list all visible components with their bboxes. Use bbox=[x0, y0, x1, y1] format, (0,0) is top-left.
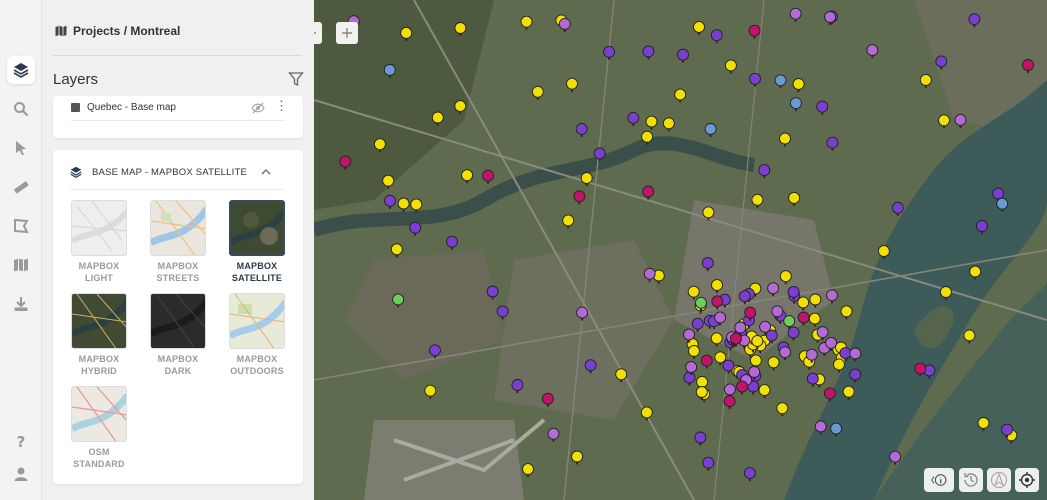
basemap-label-line2: LIGHT bbox=[85, 273, 113, 283]
locate-icon bbox=[1019, 472, 1035, 488]
basemap-tile-light[interactable]: MAPBOX LIGHT bbox=[70, 200, 128, 284]
basemap-tile-dark[interactable]: MAPBOX DARK bbox=[149, 293, 207, 377]
layer-row[interactable]: Quebec - Base map bbox=[71, 102, 176, 113]
more-options-icon[interactable]: ⋮ bbox=[275, 99, 288, 115]
basemap-label-line1: MAPBOX bbox=[236, 261, 278, 271]
layers-icon[interactable] bbox=[7, 56, 35, 84]
basemap-tile-outdoors[interactable]: MAPBOX OUTDOORS bbox=[228, 293, 286, 377]
layers-icon bbox=[70, 166, 82, 178]
basemap-label-line1: MAPBOX bbox=[236, 354, 278, 364]
basemap-tile-streets[interactable]: MAPBOX STREETS bbox=[149, 200, 207, 284]
chevron-up-icon[interactable] bbox=[261, 167, 271, 177]
back-arrow-icon bbox=[314, 32, 316, 34]
plus-icon bbox=[342, 28, 352, 38]
pointer-icon[interactable] bbox=[7, 134, 35, 162]
divider bbox=[70, 189, 284, 190]
eye-hidden-icon[interactable] bbox=[251, 102, 265, 114]
map-icon bbox=[55, 25, 67, 37]
basemap-card: BASE MAP - MAPBOX SATELLITE MAPBOX LIGHT … bbox=[53, 150, 303, 484]
basemap-label-line2: STANDARD bbox=[73, 459, 125, 469]
history-icon bbox=[964, 473, 978, 487]
svg-text:?: ? bbox=[17, 433, 26, 449]
history-button[interactable] bbox=[959, 468, 983, 492]
icon-rail: ? bbox=[0, 0, 42, 500]
basemap-thumb-osm bbox=[71, 386, 127, 442]
breadcrumb[interactable]: Projects / Montreal bbox=[55, 24, 180, 38]
basemap-thumb-satellite bbox=[229, 200, 285, 256]
help-icon[interactable]: ? bbox=[7, 427, 35, 455]
ruler-icon[interactable] bbox=[7, 173, 35, 201]
collapse-panel-button[interactable] bbox=[314, 22, 322, 44]
basemap-thumb-outdoors bbox=[229, 293, 285, 349]
breadcrumb-text: Projects / Montreal bbox=[73, 24, 181, 38]
basemap-label-line2: HYBRID bbox=[81, 366, 117, 376]
north-arrow-icon bbox=[990, 471, 1008, 489]
satellite-basemap bbox=[314, 0, 1047, 500]
basemap-label-line2: DARK bbox=[164, 366, 192, 376]
basemap-tile-hybrid[interactable]: MAPBOX HYBRID bbox=[70, 293, 128, 377]
basemap-thumb-streets bbox=[150, 200, 206, 256]
basemap-tile-satellite[interactable]: MAPBOX SATELLITE bbox=[228, 200, 286, 284]
layers-panel: Projects / Montreal Layers Quebec - Base… bbox=[42, 0, 314, 500]
download-icon[interactable] bbox=[7, 290, 35, 318]
layer-label: Quebec - Base map bbox=[87, 102, 176, 113]
user-icon[interactable] bbox=[7, 460, 35, 488]
basemap-label-line2: STREETS bbox=[156, 273, 200, 283]
layer-card: Quebec - Base map ⋮ bbox=[53, 96, 303, 138]
basemap-thumb-light bbox=[71, 200, 127, 256]
basemap-label-line1: MAPBOX bbox=[157, 354, 199, 364]
info-button[interactable] bbox=[924, 468, 954, 492]
search-icon[interactable] bbox=[7, 95, 35, 123]
basemap-label-line1: MAPBOX bbox=[78, 354, 120, 364]
basemap-label-line1: MAPBOX bbox=[157, 261, 199, 271]
basemap-header[interactable]: BASE MAP - MAPBOX SATELLITE bbox=[70, 166, 247, 178]
info-icon bbox=[931, 474, 947, 486]
add-button[interactable] bbox=[336, 22, 358, 44]
basemap-tile-osm[interactable]: OSM STANDARD bbox=[70, 386, 128, 470]
panel-title: Layers bbox=[53, 71, 99, 88]
basemap-thumb-dark bbox=[150, 293, 206, 349]
divider bbox=[53, 55, 302, 56]
basemap-label-line2: SATELLITE bbox=[231, 273, 283, 283]
layer-type-icon bbox=[71, 103, 80, 112]
map-view[interactable] bbox=[314, 0, 1047, 500]
map-icon[interactable] bbox=[7, 251, 35, 279]
basemap-title: BASE MAP - MAPBOX SATELLITE bbox=[92, 166, 247, 178]
filter-icon[interactable] bbox=[288, 71, 304, 87]
basemap-thumb-hybrid bbox=[71, 293, 127, 349]
basemap-label-line1: MAPBOX bbox=[78, 261, 120, 271]
basemap-label-line2: OUTDOORS bbox=[230, 366, 284, 376]
north-arrow-button[interactable] bbox=[987, 468, 1011, 492]
basemap-label-line1: OSM bbox=[88, 447, 110, 457]
locate-button[interactable] bbox=[1015, 468, 1039, 492]
polygon-icon[interactable] bbox=[7, 212, 35, 240]
divider bbox=[71, 120, 285, 121]
